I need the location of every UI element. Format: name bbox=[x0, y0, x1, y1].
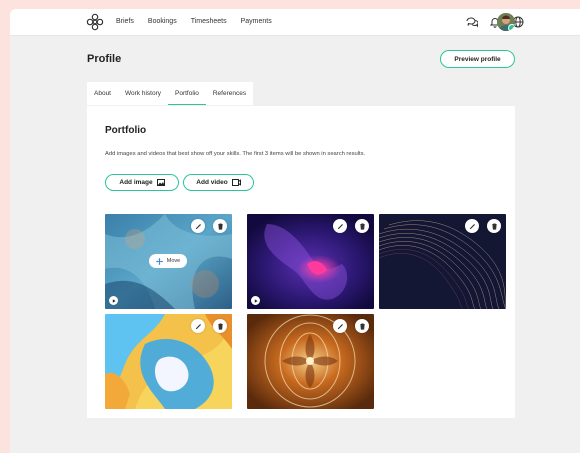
play-icon[interactable] bbox=[109, 296, 118, 305]
video-icon bbox=[231, 179, 241, 186]
add-video-button[interactable]: Add video bbox=[183, 174, 254, 191]
image-icon bbox=[156, 179, 165, 186]
avatar[interactable] bbox=[497, 13, 515, 31]
move-icon bbox=[155, 257, 163, 265]
pencil-icon bbox=[469, 223, 475, 229]
edit-button[interactable] bbox=[333, 319, 347, 333]
portfolio-panel: Portfolio Add images and videos that bes… bbox=[87, 106, 515, 418]
pencil-icon bbox=[337, 223, 343, 229]
trash-icon bbox=[359, 222, 365, 230]
app-window: Briefs Bookings Timesheets Payments Prof… bbox=[10, 9, 580, 453]
chat-icon[interactable] bbox=[466, 16, 478, 28]
add-image-button[interactable]: Add image bbox=[105, 174, 179, 191]
nav-item-briefs[interactable]: Briefs bbox=[116, 18, 134, 25]
topbar-actions bbox=[466, 16, 524, 28]
trash-icon bbox=[217, 322, 223, 330]
delete-button[interactable] bbox=[355, 319, 369, 333]
pencil-icon bbox=[195, 323, 201, 329]
profile-tabs: About Work history Portfolio References bbox=[87, 82, 254, 105]
online-status-badge bbox=[508, 24, 515, 31]
portfolio-item-2[interactable] bbox=[247, 214, 374, 309]
edit-button[interactable] bbox=[191, 219, 205, 233]
move-label: Move bbox=[166, 258, 181, 264]
delete-button[interactable] bbox=[213, 319, 227, 333]
add-video-label: Add video bbox=[196, 179, 228, 186]
delete-button[interactable] bbox=[213, 219, 227, 233]
section-description: Add images and videos that best show off… bbox=[105, 151, 366, 157]
top-navigation-bar: Briefs Bookings Timesheets Payments bbox=[10, 9, 580, 36]
main-nav: Briefs Bookings Timesheets Payments bbox=[116, 18, 272, 25]
trash-icon bbox=[359, 322, 365, 330]
add-image-label: Add image bbox=[119, 179, 153, 186]
pencil-icon bbox=[337, 323, 343, 329]
pencil-icon bbox=[195, 223, 201, 229]
tab-portfolio[interactable]: Portfolio bbox=[168, 82, 206, 105]
edit-button[interactable] bbox=[333, 219, 347, 233]
tab-work-history[interactable]: Work history bbox=[118, 82, 168, 105]
nav-item-bookings[interactable]: Bookings bbox=[148, 18, 177, 25]
page-title: Profile bbox=[87, 53, 122, 65]
delete-button[interactable] bbox=[355, 219, 369, 233]
tab-about[interactable]: About bbox=[87, 82, 118, 105]
preview-profile-button[interactable]: Preview profile bbox=[440, 50, 515, 68]
portfolio-item-1[interactable]: Move bbox=[105, 214, 232, 309]
move-handle[interactable]: Move bbox=[149, 254, 187, 268]
play-icon[interactable] bbox=[251, 296, 260, 305]
nav-item-timesheets[interactable]: Timesheets bbox=[191, 18, 227, 25]
nav-item-payments[interactable]: Payments bbox=[241, 18, 272, 25]
trash-icon bbox=[217, 222, 223, 230]
edit-button[interactable] bbox=[191, 319, 205, 333]
section-title: Portfolio bbox=[105, 125, 147, 136]
portfolio-item-3[interactable] bbox=[379, 214, 506, 309]
logo-icon[interactable] bbox=[86, 13, 104, 31]
edit-button[interactable] bbox=[465, 219, 479, 233]
portfolio-item-5[interactable] bbox=[247, 314, 374, 409]
trash-icon bbox=[491, 222, 497, 230]
portfolio-item-4[interactable] bbox=[105, 314, 232, 409]
tab-references[interactable]: References bbox=[205, 82, 254, 105]
delete-button[interactable] bbox=[487, 219, 501, 233]
